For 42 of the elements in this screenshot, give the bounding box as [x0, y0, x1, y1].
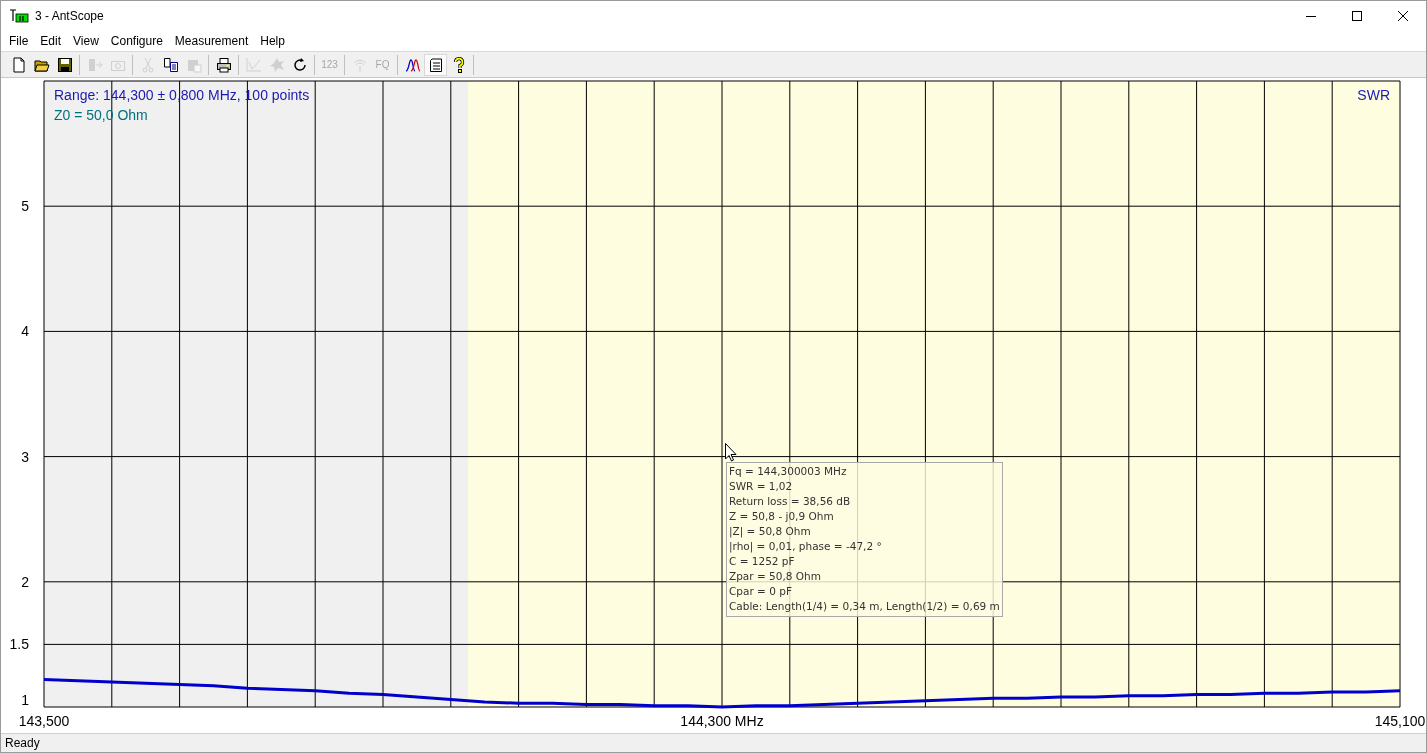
axis-label: 1 [21, 692, 29, 708]
menu-item[interactable]: Edit [34, 33, 68, 48]
tooltip-line: Cable: Length(1/4) = 0,34 m, Length(1/2) = 0,69 m [729, 599, 1000, 614]
tooltip-line: Z = 50,8 - j0,9 Ohm [729, 509, 835, 524]
tooltip-line: |Z| = 50,8 Ohm [729, 524, 812, 539]
menu-item[interactable]: View [67, 33, 105, 48]
window-title: 3 - AntScope [35, 8, 104, 23]
trace-label: SWR [1357, 87, 1390, 103]
menu-item[interactable]: Configure [104, 33, 169, 48]
menu-item[interactable]: File [3, 33, 35, 48]
tooltip-line: SWR = 1,02 [729, 479, 794, 494]
axis-label: 2 [21, 573, 29, 590]
refresh-icon [291, 56, 308, 73]
axis-label: 145,100 [1374, 713, 1426, 729]
list-button[interactable] [424, 53, 447, 76]
maximize-icon [1352, 10, 1362, 21]
tooltip-line: Cpar = 0 pF [729, 584, 793, 599]
menu-item[interactable]: Measurement [168, 33, 255, 48]
tooltip-line: Fq = 144,300003 MHz [729, 464, 848, 479]
copy-icon [162, 56, 179, 73]
tooltip-line: Zpar = 50,8 Ohm [729, 569, 822, 584]
axis-label: 4 [21, 323, 29, 340]
save-icon [56, 56, 73, 73]
new-icon [10, 56, 27, 73]
menu-item[interactable]: Help [254, 33, 291, 48]
axis-label: 5 [21, 198, 29, 215]
status-text: Ready [4, 736, 40, 750]
list-icon [427, 56, 444, 73]
burst-icon [268, 56, 285, 73]
export-icon [86, 56, 103, 73]
close-icon [1398, 10, 1408, 21]
axis-label: 144,300 MHz [680, 713, 764, 729]
tooltip-line: |rho| = 0,01, phase = -47,2 ° [729, 539, 883, 554]
axis-label: 143,500 [18, 713, 70, 729]
cut-icon [139, 56, 156, 73]
tooltip-line: Return loss = 38,56 dB [729, 494, 852, 509]
graph-icon [245, 56, 262, 73]
axis-label: 1.5 [9, 636, 29, 653]
tooltip-line: C = 1252 pF [729, 554, 796, 569]
print-icon [215, 56, 232, 73]
antenna-icon [9, 8, 29, 23]
axis-label: 3 [21, 448, 29, 465]
